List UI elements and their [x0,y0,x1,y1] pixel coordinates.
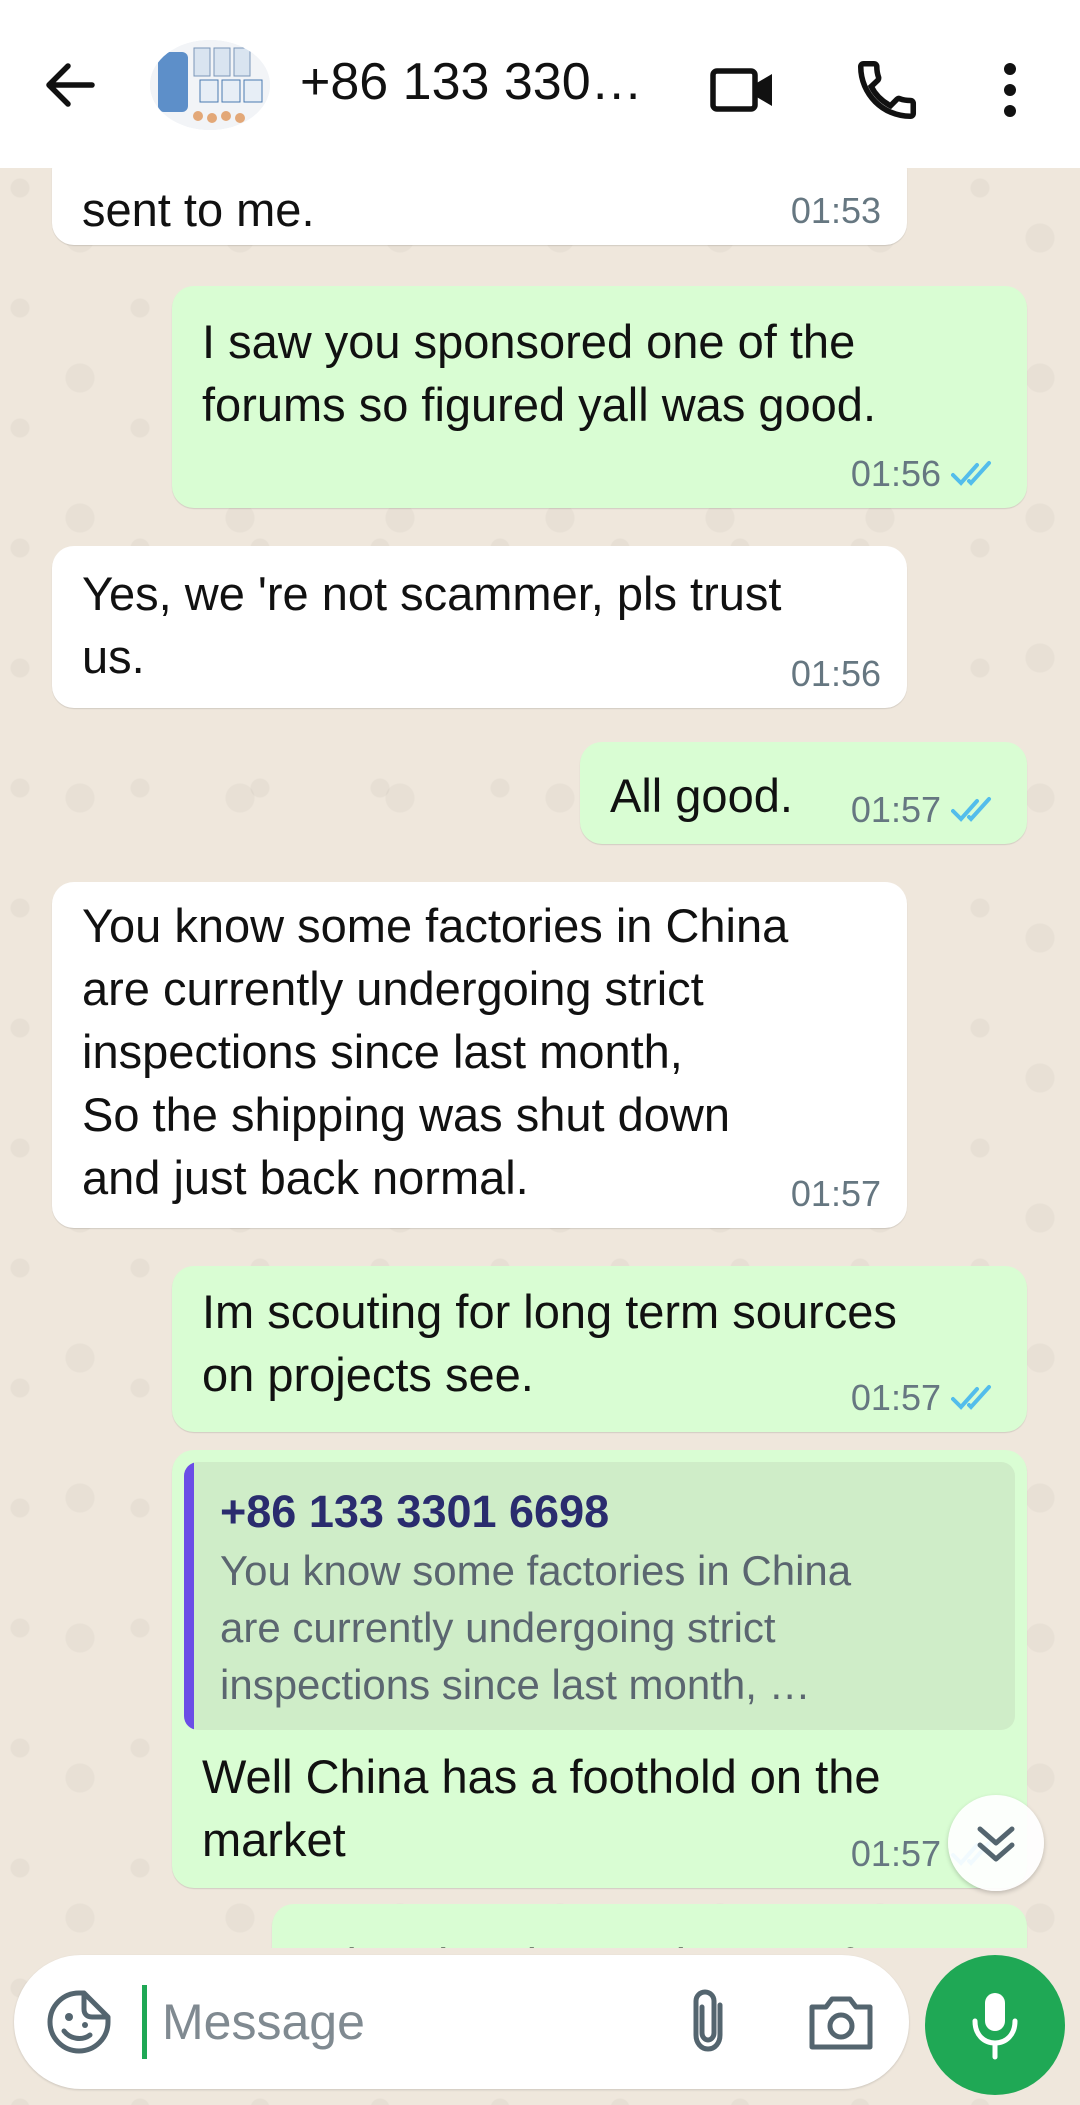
camera-button[interactable] [804,1987,878,2057]
message-text: What they inspecting you for? [302,1934,997,1948]
message-timestamp: 01:57 [850,1833,941,1874]
read-ticks-icon [951,1385,991,1410]
message-text: You know some factories in China are cur… [82,899,789,1204]
message-input[interactable] [160,1981,664,2063]
quote-accent-bar [184,1462,194,1730]
read-ticks-icon [951,461,991,486]
chat-header: +86 133 330… [0,0,1080,168]
more-options-button[interactable] [985,55,1035,125]
message-bubble-outgoing[interactable]: I saw you sponsored one of the forums so… [172,286,1027,508]
voice-call-button[interactable] [852,55,922,125]
phone-icon [857,60,917,120]
voice-message-button[interactable] [925,1955,1065,2095]
message-bubble-outgoing[interactable]: What they inspecting you for? [272,1904,1027,1948]
message-timestamp: 01:56 [850,453,941,494]
emoji-button[interactable] [44,1987,114,2057]
quote-author: +86 133 3301 6698 [220,1486,610,1537]
message-composer [14,1955,909,2089]
camera-icon [809,1996,873,2050]
message-bubble-outgoing[interactable]: All good. 01:57 [580,742,1027,844]
message-time: 01:56 [791,654,881,694]
message-time: 01:57 [851,790,1001,830]
message-time: 01:57 [791,1174,881,1214]
message-timestamp: 01:57 [850,789,941,830]
avatar-image [150,40,270,130]
attach-button[interactable] [674,1985,744,2059]
message-bubble-incoming[interactable]: sent to me. 01:53 [52,168,907,245]
message-text: I saw you sponsored one of the forums so… [202,315,876,431]
back-button[interactable] [40,55,100,115]
message-timestamp: 01:53 [790,190,881,231]
message-time: 01:56 [851,454,1001,494]
message-list[interactable]: sent to me. 01:53 I saw you sponsored on… [0,168,1080,1948]
message-timestamp: 01:56 [790,653,881,694]
message-timestamp: 01:57 [850,1377,941,1418]
quote-text: You know some factories in China are cur… [220,1547,852,1708]
attach-paperclip-icon [693,1989,723,2052]
message-text: sent to me. [82,183,315,236]
message-time: 01:53 [791,191,881,231]
message-bubble-outgoing-reply[interactable]: +86 133 3301 6698 You know some factorie… [172,1450,1027,1888]
microphone-icon [972,1993,1018,2060]
message-bubble-incoming[interactable]: You know some factories in China are cur… [52,882,907,1228]
message-bubble-incoming[interactable]: Yes, we 're not scammer, pls trust us. 0… [52,546,907,708]
read-ticks-icon [951,797,991,822]
video-call-button[interactable] [708,55,778,125]
contact-avatar[interactable] [150,40,270,130]
emoji-sticker-icon [47,1990,111,2054]
scroll-to-bottom-button[interactable] [948,1795,1044,1891]
double-chevron-down-icon [977,1826,1015,1862]
quoted-message[interactable]: +86 133 3301 6698 You know some factorie… [184,1462,1015,1730]
message-time: 01:57 [851,1378,1001,1418]
message-text: Yes, we 're not scammer, pls trust us. [82,567,782,683]
text-cursor [142,1985,147,2059]
contact-name[interactable]: +86 133 330… [300,52,660,112]
back-arrow-icon [46,63,95,107]
more-vertical-icon [1004,63,1016,117]
message-timestamp: 01:57 [790,1173,881,1214]
video-call-icon [710,68,772,112]
message-bubble-outgoing[interactable]: Im scouting for long term sources on pro… [172,1266,1027,1432]
